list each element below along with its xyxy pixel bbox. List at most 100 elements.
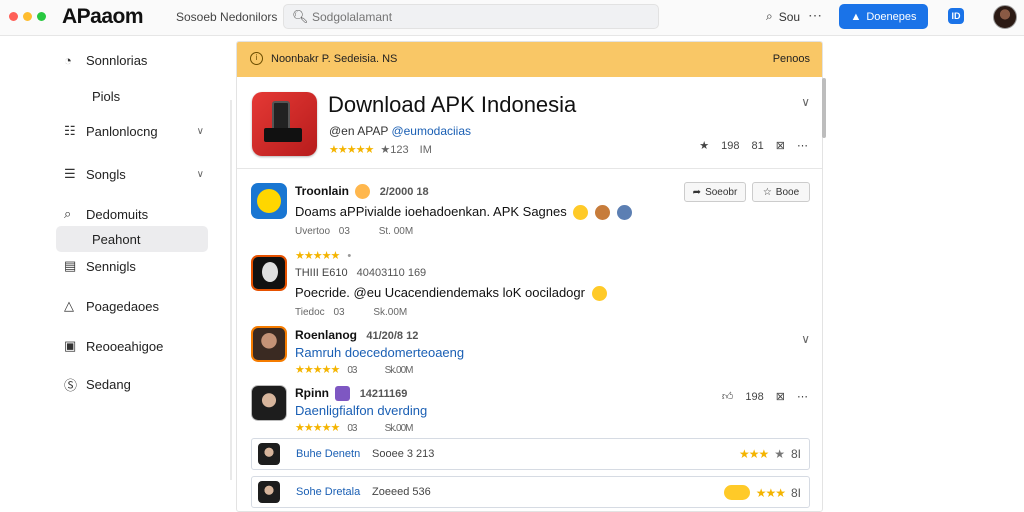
settings-icon: Ⓢ — [64, 377, 78, 393]
review-text: Poecride. @eu Ucacendiendemaks loK oocil… — [295, 285, 585, 300]
sidebar-item-label: Sonnlorias — [86, 52, 148, 68]
emoji-icon — [573, 205, 589, 221]
sidebar-item-peahont[interactable]: Peahont — [56, 226, 208, 252]
list-item[interactable]: Buhe Denetn Sooee 3 213 ★★★ ★ 8I — [251, 438, 810, 470]
calendar-icon: ▤ — [64, 258, 77, 273]
maximize-window-button[interactable] — [37, 12, 46, 21]
review-meta: Tiedoc 03 Sk.00M — [295, 307, 407, 318]
sidebar-item-label: Reooeahigoe — [86, 338, 164, 354]
sidebar-item-poagedaoes[interactable]: △ Poagedaoes — [56, 293, 208, 319]
list-item-actions: ★★★ ★ 8I — [739, 447, 801, 461]
review-meta-value: 03 — [338, 226, 350, 237]
user-avatar[interactable] — [993, 5, 1017, 29]
top-search-label: Sou — [778, 9, 801, 24]
rating-stars: ★★★★★ — [295, 250, 340, 262]
rating-stars: ★★★ — [738, 447, 769, 461]
sidebar-item-sennigls[interactable]: ▤ Sennigls — [56, 253, 208, 279]
close-window-button[interactable] — [9, 12, 18, 21]
count-label: 81 — [751, 139, 764, 152]
star-icon[interactable]: ★ — [699, 139, 709, 152]
search-input[interactable] — [312, 8, 632, 26]
review-text: Doams aPPivialde ioehadoenkan. APK Sagne… — [295, 204, 567, 219]
app-handle-text: @en APAP — [329, 124, 389, 138]
review-stars: ★★★★★ • — [295, 249, 351, 262]
chevron-down-icon[interactable]: ∨ — [801, 332, 810, 346]
star-icon[interactable]: ★ — [774, 447, 785, 461]
app-actions: ★ 198 81 ⊠ ⋯ — [699, 139, 808, 153]
review-meta-extra: St. 00M — [378, 226, 414, 237]
review-meta-value: 03 — [333, 307, 345, 318]
breadcrumb[interactable]: Sosoeb Nedonilors — [176, 10, 277, 24]
sidebar-item-dedomuits[interactable]: ⌕ Dedomuits — [56, 201, 208, 227]
window-controls — [9, 12, 46, 21]
primary-action-button[interactable]: ▲ Doenepes — [839, 4, 928, 29]
review-body[interactable]: Daenligfialfon dverding — [295, 403, 427, 418]
rating-count: ★123 — [380, 144, 409, 156]
review-meta-value: 03 — [347, 365, 357, 376]
more-icon[interactable]: ⋯ — [808, 7, 822, 24]
review-avatar — [251, 326, 287, 362]
more-icon[interactable]: ⋯ — [797, 139, 808, 152]
emoji-icon — [595, 205, 610, 221]
flag-icon — [335, 386, 351, 402]
review-author: Rpinn 14211169 — [295, 386, 408, 402]
sidebar-item-sonnlorias[interactable]: ◔ Sonnlorias — [56, 47, 208, 73]
review-author: THIII E610 40403110 169 — [295, 267, 426, 279]
review-date: 41/20/8 12 — [366, 330, 419, 342]
minimize-window-button[interactable] — [23, 12, 32, 21]
info-icon: i — [250, 52, 263, 65]
sidebar-item-reooeahigoe[interactable]: ▣ Reooeahigoe — [56, 333, 208, 359]
list-item-name[interactable]: Buhe Denetn — [296, 448, 360, 460]
thumbs-up-icon[interactable]: 👍︎ — [722, 390, 734, 403]
search-icon: ⌕ — [766, 9, 773, 23]
rating-extra: IM — [419, 144, 432, 156]
sidebar-item-label: Songls — [86, 166, 126, 182]
chevron-down-icon: ∨ — [196, 125, 204, 137]
expand-icon[interactable]: ⊠ — [776, 390, 785, 403]
review-author-name: THIII E610 — [295, 267, 348, 279]
sidebar-item-sedang[interactable]: Ⓢ Sedang — [56, 371, 208, 397]
sidebar-item-piols[interactable]: Piols — [56, 83, 208, 109]
top-search-button[interactable]: ⌕ Sou — [766, 9, 800, 24]
review-body[interactable]: Ramruh doecedomerteoaeng — [295, 345, 464, 360]
primary-action-label: Doenepes — [866, 10, 917, 23]
chevron-down-icon[interactable]: ∨ — [801, 95, 810, 109]
sidebar-item-label: Sennigls — [86, 258, 136, 274]
list-item[interactable]: Sohe Dretala Zoeeed 536 ★★★ 8I — [251, 476, 810, 508]
review-stars: ★★★★★ 03 Sk.00M — [295, 421, 414, 434]
emoji-icon — [591, 286, 607, 302]
bookmark-button[interactable]: ☆ Booe — [752, 182, 810, 202]
review-date: 14211169 — [359, 388, 408, 400]
banner-action-link[interactable]: Penoos — [773, 53, 810, 65]
app-handle-link[interactable]: @eumodaciias — [391, 124, 471, 138]
star-icon: ☆ — [762, 186, 772, 198]
review-meta-label: Tiedoc — [295, 307, 325, 318]
scrollbar[interactable] — [822, 78, 826, 138]
share-button[interactable]: ➦ Soeobr — [684, 182, 746, 202]
sidebar-item-panlonlocng[interactable]: ☷ Panlonlocng ∨ — [56, 118, 208, 144]
expand-icon[interactable]: ⊠ — [776, 139, 785, 152]
box-icon: ▣ — [64, 338, 77, 353]
app-switch-icon[interactable]: ID — [948, 8, 964, 24]
clock-icon: ◔ — [64, 52, 72, 68]
banner-text: Noonbakr P. Sedeisia. NS — [271, 53, 398, 65]
sidebar-item-label: Poagedaoes — [86, 298, 160, 314]
review-author-name: Troonlain — [295, 184, 349, 198]
app-logo[interactable]: APaaom — [62, 5, 144, 29]
review-meta-extra: Sk.00M — [373, 307, 408, 318]
search-doc-icon: ⌕ — [64, 206, 72, 221]
sidebar-item-label: Dedomuits — [86, 206, 149, 222]
emoji-icon — [616, 205, 632, 221]
list-item-name[interactable]: Sohe Dretala — [296, 486, 360, 498]
more-icon[interactable]: ⋯ — [797, 390, 808, 403]
sidebar-item-songls[interactable]: ☰ Songls ∨ — [56, 161, 208, 187]
review-author-name: Roenlanog — [295, 328, 357, 342]
alert-icon: △ — [64, 298, 74, 313]
bookmark-button-label: Booe — [775, 186, 800, 198]
share-button-label: Soeobr — [705, 186, 738, 198]
search-bar[interactable]: 🔍︎ — [283, 4, 659, 29]
review-author-name: Rpinn — [295, 386, 329, 400]
review-meta-extra: Sk.00M — [384, 423, 414, 434]
review-date: 40403110 169 — [356, 267, 427, 279]
sidebar: ◔ Sonnlorias Piols ☷ Panlonlocng ∨ ☰ Son… — [0, 37, 230, 512]
